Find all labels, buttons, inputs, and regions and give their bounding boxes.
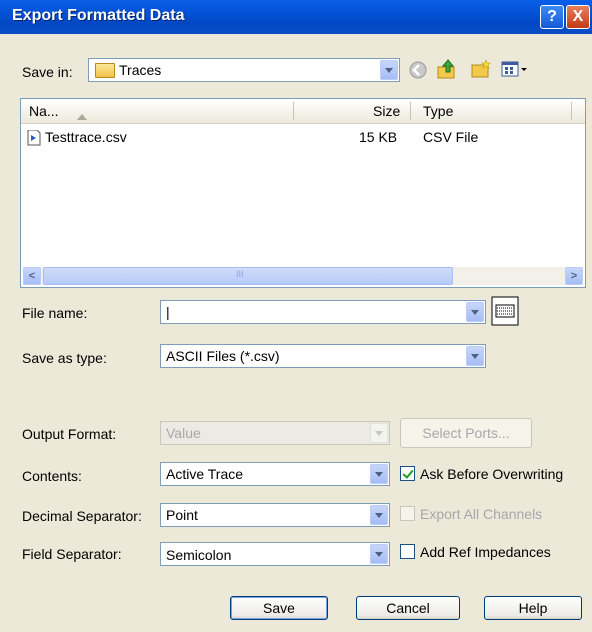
new-folder-icon[interactable]: [470, 58, 492, 80]
file-name-input[interactable]: |: [160, 300, 486, 324]
cancel-button[interactable]: Cancel: [356, 596, 460, 620]
chevron-down-icon[interactable]: [380, 60, 398, 80]
folder-icon: [95, 63, 115, 78]
file-list-header: Na... Size Type: [21, 99, 585, 124]
chevron-down-icon[interactable]: [370, 464, 388, 484]
chevron-down-icon[interactable]: [370, 505, 388, 525]
contents-dropdown[interactable]: Active Trace: [160, 462, 390, 486]
dialog-title: Export Formatted Data: [12, 7, 185, 24]
save-button[interactable]: Save: [230, 596, 328, 620]
file-size-cell: 15 KB: [359, 129, 398, 145]
horizontal-scrollbar[interactable]: < III >: [23, 267, 583, 285]
file-row[interactable]: Testtrace.csv 15 KB CSV File: [27, 129, 575, 147]
column-size[interactable]: Size: [373, 103, 400, 119]
file-name-label: File name:: [22, 305, 88, 321]
file-name-value: |: [166, 304, 170, 320]
sort-arrow-icon: [77, 107, 87, 123]
export-all-label: Export All Channels: [420, 506, 543, 522]
select-ports-button: Select Ports...: [400, 418, 532, 448]
help-button[interactable]: Help: [484, 596, 582, 620]
contents-value: Active Trace: [166, 466, 244, 482]
column-separator[interactable]: [293, 102, 294, 120]
close-button[interactable]: X: [566, 5, 590, 29]
up-folder-icon[interactable]: [436, 58, 458, 80]
add-ref-checkbox[interactable]: [400, 544, 415, 559]
decimal-separator-value: Point: [166, 507, 198, 523]
column-name[interactable]: Na...: [29, 103, 59, 119]
scroll-right-button[interactable]: >: [565, 267, 583, 285]
output-format-value: Value: [166, 425, 201, 441]
field-separator-label: Field Separator:: [22, 546, 122, 562]
back-icon[interactable]: [408, 60, 428, 80]
thumb-grip: III: [236, 269, 244, 279]
contents-label: Contents:: [22, 468, 82, 484]
save-as-type-label: Save as type:: [22, 350, 107, 366]
column-separator[interactable]: [410, 102, 411, 120]
help-title-button[interactable]: ?: [540, 5, 564, 29]
export-dialog: Export Formatted Data ? X Save in: Trace…: [0, 0, 592, 632]
title-bar: Export Formatted Data ? X: [0, 0, 592, 34]
file-type-cell: CSV File: [423, 129, 479, 145]
column-separator[interactable]: [571, 102, 572, 120]
scroll-left-button[interactable]: <: [23, 267, 41, 285]
add-ref-label[interactable]: Add Ref Impedances: [420, 544, 551, 560]
decimal-separator-dropdown[interactable]: Point: [160, 503, 390, 527]
save-in-value: Traces: [119, 62, 162, 78]
ask-overwrite-label[interactable]: Ask Before Overwriting: [420, 466, 563, 482]
save-as-type-value: ASCII Files (*.csv): [166, 348, 280, 364]
csv-file-icon: [27, 130, 41, 146]
decimal-separator-label: Decimal Separator:: [22, 508, 142, 524]
output-format-dropdown: Value: [160, 421, 390, 445]
export-all-checkbox: [400, 506, 415, 521]
column-type[interactable]: Type: [423, 103, 453, 119]
field-separator-dropdown[interactable]: Semicolon: [160, 542, 390, 566]
keyboard-icon[interactable]: [491, 296, 519, 326]
chevron-down-icon: [370, 423, 388, 443]
save-as-type-dropdown[interactable]: ASCII Files (*.csv): [160, 344, 486, 368]
view-menu-icon[interactable]: [500, 59, 530, 79]
file-list[interactable]: Na... Size Type Testtrace.csv 15 KB CSV …: [20, 98, 586, 288]
chevron-down-icon[interactable]: [466, 346, 484, 366]
save-in-label: Save in:: [22, 64, 73, 80]
file-name-cell: Testtrace.csv: [45, 129, 127, 145]
chevron-down-icon[interactable]: [466, 302, 484, 322]
ask-overwrite-checkbox[interactable]: [400, 466, 415, 481]
scroll-thumb[interactable]: III: [43, 267, 453, 285]
save-in-dropdown[interactable]: Traces: [88, 58, 400, 82]
output-format-label: Output Format:: [22, 426, 117, 442]
field-separator-value: Semicolon: [166, 547, 232, 563]
chevron-down-icon[interactable]: [370, 544, 388, 564]
